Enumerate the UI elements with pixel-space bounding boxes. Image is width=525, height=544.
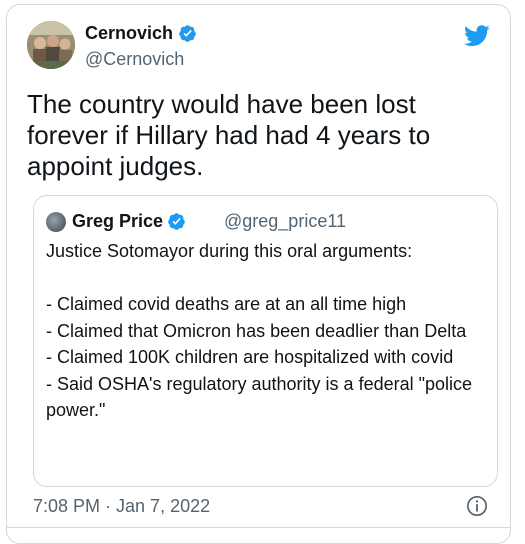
quoted-author-avatar[interactable] (46, 212, 66, 232)
author-handle[interactable]: @Cernovich (85, 48, 184, 70)
author-display-name-row[interactable]: Cernovich (85, 22, 197, 44)
verified-badge-icon (179, 24, 196, 42)
tweet-timestamp[interactable]: 7:08 PM · Jan 7, 2022 (33, 495, 210, 517)
twitter-bird-icon[interactable] (464, 25, 490, 47)
quoted-author-handle[interactable]: @greg_price11 (224, 210, 346, 232)
tweet-text: The country would have been lost forever… (27, 89, 438, 181)
quoted-author-display-name[interactable]: Greg Price (72, 210, 163, 232)
tweet-card[interactable]: Cernovich @Cernovich The country would h… (6, 4, 511, 544)
author-display-name[interactable]: Cernovich (85, 22, 173, 44)
avatar-photo (27, 21, 75, 69)
info-icon[interactable] (466, 495, 488, 517)
footer-divider (7, 527, 510, 528)
author-avatar[interactable] (27, 21, 75, 69)
quoted-tweet-text: Justice Sotomayor during this oral argum… (46, 241, 473, 420)
quoted-author-display-name-row[interactable]: Greg Price (72, 210, 186, 232)
verified-badge-icon (168, 212, 185, 230)
quoted-tweet[interactable]: Greg Price @greg_price11 Justice Sotomay… (33, 195, 498, 487)
